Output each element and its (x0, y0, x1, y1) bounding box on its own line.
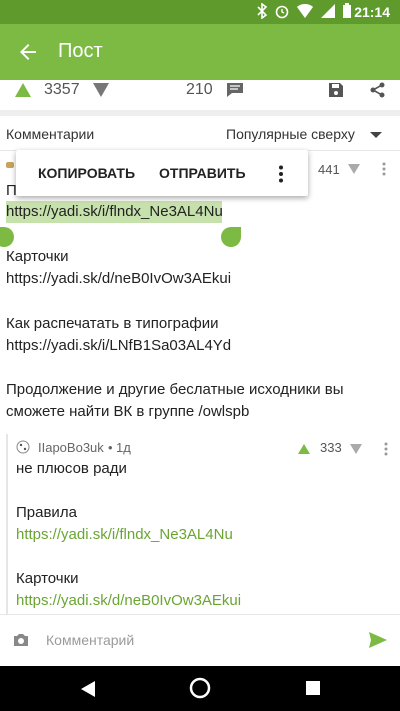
reply-link[interactable]: https://yadi.sk/d/neB0IvOw3AEkui (16, 590, 241, 612)
avatar (6, 162, 14, 168)
recents-nav-icon[interactable] (306, 681, 320, 695)
downvote-icon[interactable] (348, 164, 360, 174)
reply-score: 333 (320, 440, 342, 455)
upvote-icon[interactable] (298, 444, 310, 454)
back-nav-icon[interactable] (80, 680, 96, 698)
text-selection-menu: КОПИРОВАТЬ ОТПРАВИТЬ (16, 150, 308, 196)
comment-link[interactable]: https://yadi.sk/d/neB0IvOw3AEkui (6, 268, 231, 290)
reply-author[interactable]: IIapoBo3uk (38, 440, 104, 455)
bluetooth-icon (257, 3, 268, 19)
more-vertical-icon[interactable] (382, 162, 386, 176)
comment-line: Как распечатать в типографии (6, 315, 219, 332)
comment-input[interactable]: Комментарий (46, 632, 134, 648)
comment-input-bar: Комментарий (0, 615, 400, 666)
reply-time: 1д (116, 440, 131, 455)
signal-icon (321, 4, 335, 18)
send-button[interactable]: ОТПРАВИТЬ (159, 165, 246, 181)
comment-link[interactable]: https://yadi.sk/i/LNfB1Sa03AL4Yd (6, 335, 231, 357)
send-icon[interactable] (368, 631, 388, 649)
status-bar: 21:14 (0, 0, 400, 24)
alarm-icon (275, 5, 289, 19)
downvote-icon[interactable] (92, 82, 110, 98)
selection-handle-right[interactable] (221, 227, 241, 247)
camera-icon[interactable] (12, 632, 30, 648)
home-nav-icon[interactable] (189, 677, 211, 699)
comment-score: 441 (318, 162, 340, 177)
comment-icon[interactable] (226, 82, 244, 98)
reply-comment: IIapoBo3uk • 1д 333 не плюсов ради Прави… (6, 434, 400, 614)
copy-button[interactable]: КОПИРОВАТЬ (38, 165, 135, 181)
share-icon[interactable] (370, 82, 386, 98)
save-icon[interactable] (328, 82, 344, 98)
comment-line: Карточки (6, 248, 69, 265)
reply-line: Карточки (16, 570, 79, 587)
comments-title: Комментарии (6, 126, 95, 142)
post-score: 3357 (44, 81, 80, 98)
battery-icon (343, 3, 351, 18)
sort-selector[interactable]: Популярные сверху (226, 126, 355, 142)
navigation-bar (0, 666, 400, 711)
comment-line: Продолжение и другие беслатные исходники… (6, 381, 344, 398)
wifi-icon (297, 4, 313, 18)
comment-count: 210 (186, 81, 213, 98)
avatar (16, 440, 30, 454)
reply-link[interactable]: https://yadi.sk/i/flndx_Ne3AL4Nu (16, 524, 233, 546)
chevron-down-icon[interactable] (370, 132, 382, 138)
app-bar: Пост (0, 24, 400, 80)
reply-line: Правила (16, 504, 77, 521)
post-actions-bar: 3357 210 (0, 80, 400, 116)
comment-line: сможете найти ВК в группе /owlspb (6, 403, 250, 420)
comment-link[interactable]: https://yadi.sk/i/flndx_Ne3AL4Nu (6, 201, 223, 223)
back-arrow-icon[interactable] (16, 40, 40, 64)
upvote-icon[interactable] (14, 82, 32, 98)
reply-separator: • (108, 440, 113, 455)
comments-header: Комментарии Популярные сверху (0, 116, 400, 151)
downvote-icon[interactable] (350, 444, 362, 454)
page-title: Пост (58, 40, 103, 62)
reply-line: не плюсов ради (16, 460, 127, 477)
more-vertical-icon[interactable] (384, 442, 388, 456)
status-icons (256, 3, 352, 19)
more-vertical-icon[interactable] (278, 165, 284, 183)
status-time: 21:14 (354, 4, 390, 20)
